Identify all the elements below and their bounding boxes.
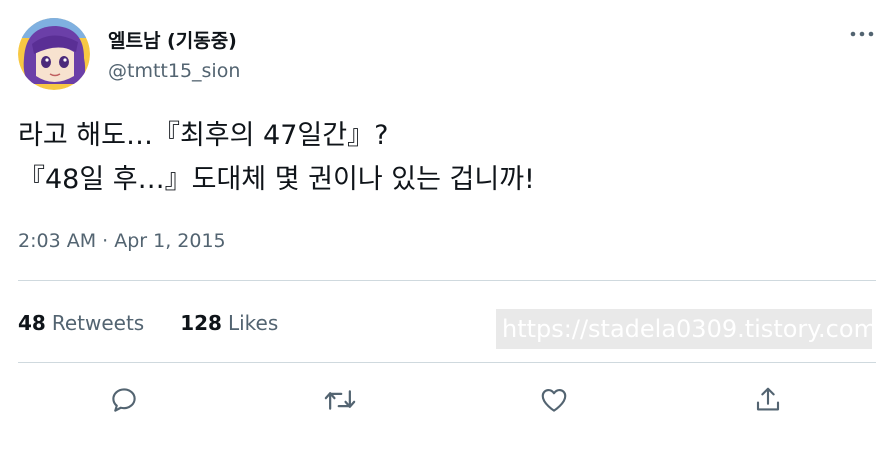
engagement-stats: 48 Retweets 128 Likes: [18, 311, 314, 335]
divider: [18, 280, 876, 281]
heart-icon: [541, 388, 567, 412]
retweet-button[interactable]: [322, 382, 358, 418]
avatar[interactable]: [18, 18, 90, 90]
tweet-line: 『48일 후…』도대체 몇 권이나 있는 겁니까!: [18, 164, 535, 195]
like-button[interactable]: [536, 382, 572, 418]
share-icon: [756, 387, 780, 411]
reply-icon: [112, 388, 136, 412]
retweet-icon: [324, 390, 356, 410]
likes-count: 128: [180, 311, 222, 335]
share-button[interactable]: [750, 382, 786, 418]
more-horizontal-icon: [850, 31, 874, 37]
reply-button[interactable]: [106, 382, 142, 418]
retweets-count: 48: [18, 311, 46, 335]
more-options-button[interactable]: [848, 22, 876, 46]
tweet-timestamp[interactable]: 2:03 AM · Apr 1, 2015: [18, 230, 226, 252]
author-display-name[interactable]: 엘트남 (기동중): [108, 26, 237, 53]
author-handle[interactable]: @tmtt15_sion: [108, 60, 240, 82]
retweets-stat[interactable]: 48 Retweets: [18, 311, 144, 335]
retweets-label: Retweets: [51, 311, 145, 335]
tweet-line: 라고 해도…『최후의 47일간』?: [18, 120, 389, 151]
watermark: https://stadela0309.tistory.com: [496, 309, 872, 349]
likes-label: Likes: [227, 311, 279, 335]
avatar-image: [18, 18, 90, 90]
divider: [18, 362, 876, 363]
tweet-text: 라고 해도…『최후의 47일간』? 『48일 후…』도대체 몇 권이나 있는 겁…: [18, 114, 878, 202]
likes-stat[interactable]: 128 Likes: [180, 311, 278, 335]
